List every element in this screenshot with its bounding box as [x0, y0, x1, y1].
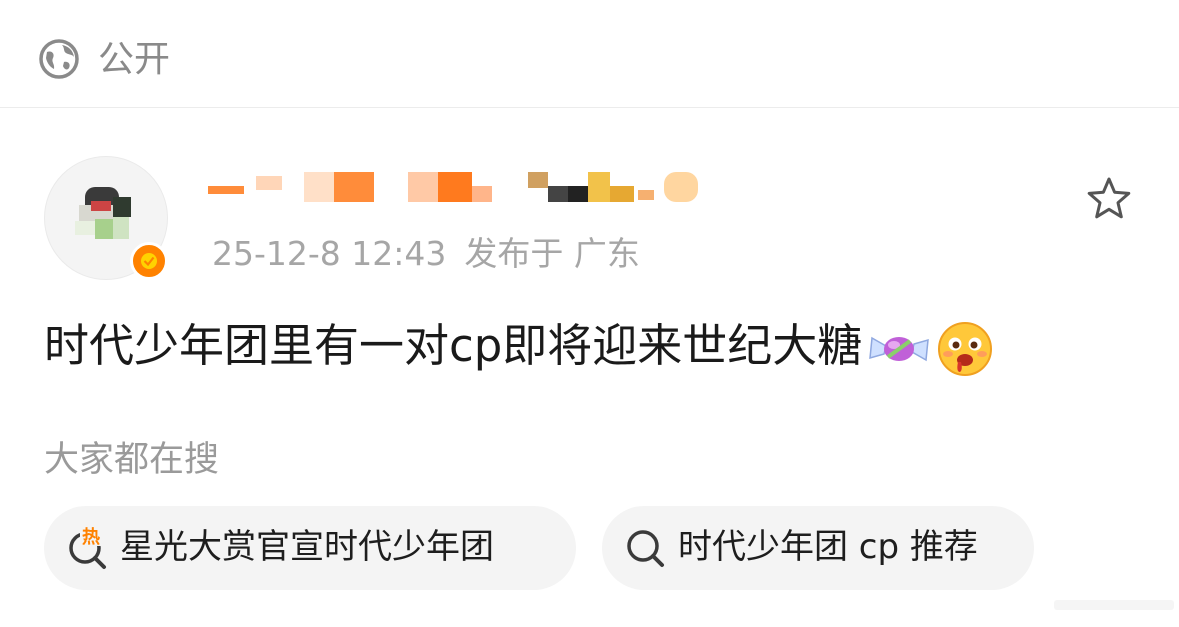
search-suggestion-label: 时代少年团 cp 推荐 — [678, 527, 978, 567]
search-suggestion-chip[interactable]: 时代少年团 cp 推荐 — [602, 506, 1034, 590]
candy-emoji — [869, 336, 930, 362]
search-suggestion-chip[interactable]: 热 星光大赏官宣时代少年团 — [44, 506, 576, 590]
post-location: 发布于 广东 — [464, 234, 640, 273]
globe-icon — [39, 39, 79, 79]
verified-badge — [130, 242, 168, 280]
svg-text:热: 热 — [82, 526, 100, 548]
post-text: 时代少年团里有一对cp即将迎来世纪大糖 — [44, 319, 863, 372]
post-meta: 25-12-8 12:43 发布于 广东 — [212, 232, 640, 276]
search-icon — [627, 530, 664, 567]
verified-check-icon — [141, 253, 157, 269]
hot-search-icon: 热 — [69, 526, 106, 569]
visibility-bar: 公开 — [0, 0, 1179, 108]
post-timestamp: 25-12-8 12:43 — [212, 234, 447, 273]
search-suggestion-label: 星光大赏官宣时代少年团 — [120, 527, 494, 567]
star-icon[interactable] — [1084, 174, 1134, 224]
search-suggestions-title: 大家都在搜 — [44, 440, 220, 480]
username-redacted[interactable] — [208, 168, 708, 212]
visibility-label: 公开 — [98, 39, 171, 80]
drooling-face-emoji — [938, 322, 993, 376]
watermark — [1054, 600, 1174, 610]
post-content: 时代少年团里有一对cp即将迎来世纪大糖 — [44, 316, 994, 378]
